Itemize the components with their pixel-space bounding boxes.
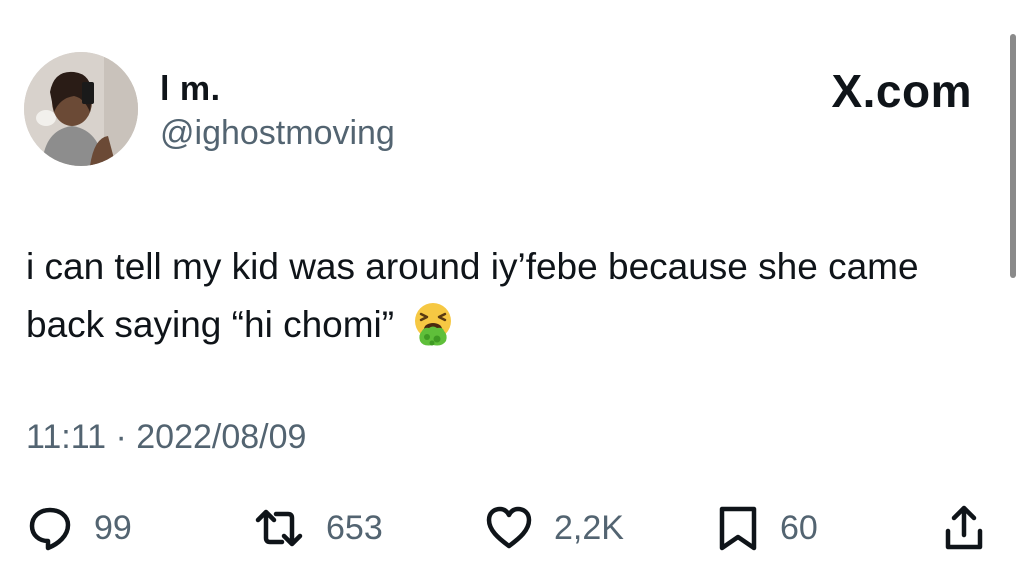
reply-count: 99: [94, 508, 132, 547]
like-button[interactable]: 2,2K: [484, 500, 624, 556]
bookmark-button[interactable]: 60: [716, 500, 818, 556]
heart-icon: [484, 504, 534, 552]
share-icon: [942, 503, 986, 553]
tweet-text: i can tell my kid was around iy’febe bec…: [26, 246, 919, 345]
like-count: 2,2K: [554, 508, 624, 547]
repost-icon: [252, 504, 306, 552]
share-button[interactable]: [942, 500, 986, 556]
repost-count: 653: [326, 508, 383, 547]
tweet-text-block: i can tell my kid was around iy’febe bec…: [26, 238, 986, 364]
reply-icon: [26, 504, 74, 552]
author-display-name[interactable]: l m.: [160, 70, 221, 109]
brand-logo: X.com: [831, 65, 972, 117]
tweet-timestamp[interactable]: 11:11 · 2022/08/09: [26, 418, 306, 457]
vomiting-face-icon: [410, 301, 456, 364]
bookmark-icon: [716, 503, 760, 553]
author-handle[interactable]: @ighostmoving: [160, 114, 395, 153]
bookmark-count: 60: [780, 508, 818, 547]
repost-button[interactable]: 653: [252, 500, 383, 556]
tweet-actions: 99 653 2,2K 60: [26, 500, 996, 556]
scrollbar[interactable]: [1010, 34, 1016, 278]
avatar[interactable]: [24, 52, 138, 166]
reply-button[interactable]: 99: [26, 500, 132, 556]
